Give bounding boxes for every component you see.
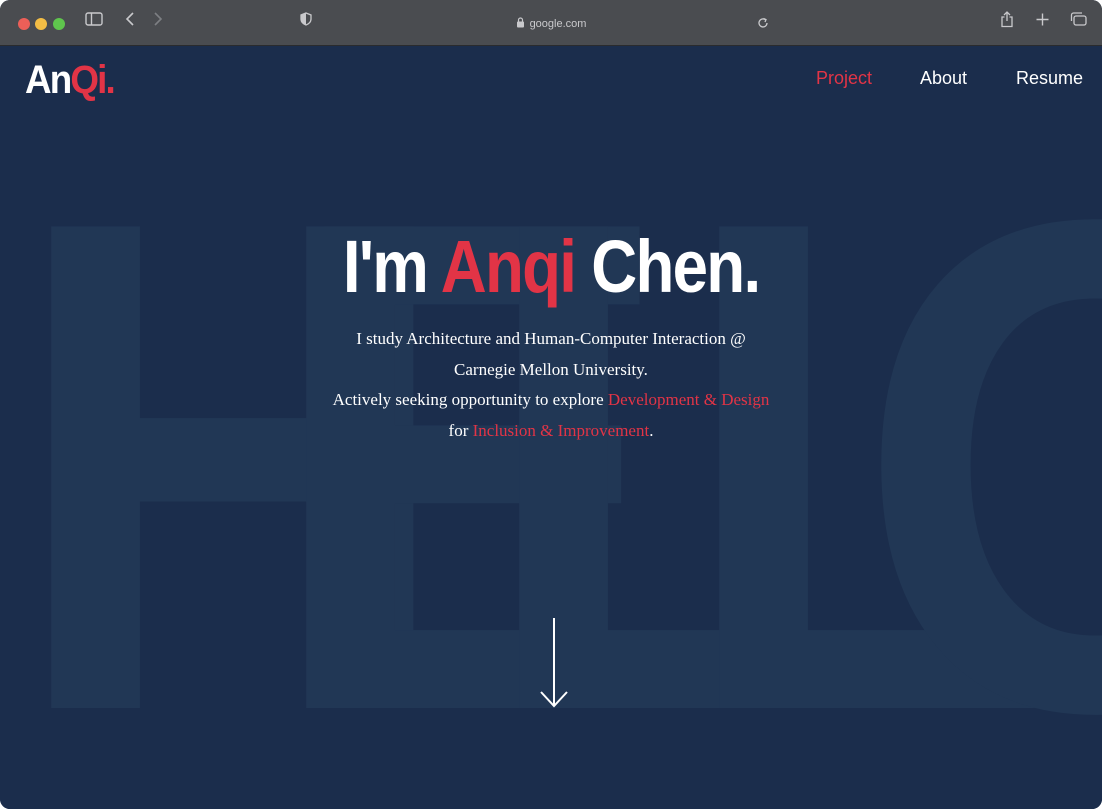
close-window-button[interactable] [18, 18, 30, 30]
hero-prefix: I'm [342, 225, 441, 308]
shield-icon[interactable] [298, 10, 314, 28]
nav-about[interactable]: About [920, 68, 967, 89]
minimize-window-button[interactable] [35, 18, 47, 30]
browser-window: google.com H E L L O AnQi. Project About… [0, 0, 1102, 809]
nav-project[interactable]: Project [816, 68, 872, 89]
share-icon[interactable] [998, 9, 1016, 29]
hero-name-highlight: Anqi [440, 225, 577, 308]
zoom-window-button[interactable] [53, 18, 65, 30]
reload-icon[interactable] [755, 15, 771, 31]
arrow-down-icon[interactable] [538, 616, 570, 715]
address-bar[interactable] [330, 10, 780, 36]
site-logo[interactable]: AnQi. [25, 58, 116, 103]
hero-heading: I'm Anqi Chen. [0, 224, 1102, 309]
browser-toolbar: google.com [0, 0, 1102, 46]
description-highlight: Inclusion & Improvement [472, 421, 650, 441]
new-tab-icon[interactable] [1034, 11, 1050, 27]
hero-description: I study Architecture and Human-Computer … [0, 324, 1102, 447]
description-line: I study Architecture and Human-Computer … [356, 329, 746, 348]
description-line: Carnegie Mellon University. [454, 359, 648, 379]
logo-text-white: An [25, 58, 72, 102]
description-text: Actively seeking opportunity to explore [332, 390, 608, 410]
description-line: Actively seeking opportunity to explore … [0, 385, 1102, 416]
logo-text-red: Qi [70, 58, 107, 102]
tabs-overview-icon[interactable] [1068, 11, 1088, 27]
web-page: H E L L O AnQi. Project About Resume I'm… [0, 46, 1102, 809]
forward-icon[interactable] [150, 11, 166, 27]
description-text: . [649, 421, 654, 441]
hero-suffix: Chen. [575, 225, 761, 308]
sidebar-icon[interactable] [84, 11, 104, 27]
nav-resume[interactable]: Resume [1016, 68, 1083, 89]
back-icon[interactable] [122, 11, 138, 27]
description-text: for [448, 421, 473, 441]
description-highlight: Development & Design [607, 390, 770, 410]
logo-dot: . [105, 58, 116, 102]
description-line: for Inclusion & Improvement. [0, 416, 1102, 447]
